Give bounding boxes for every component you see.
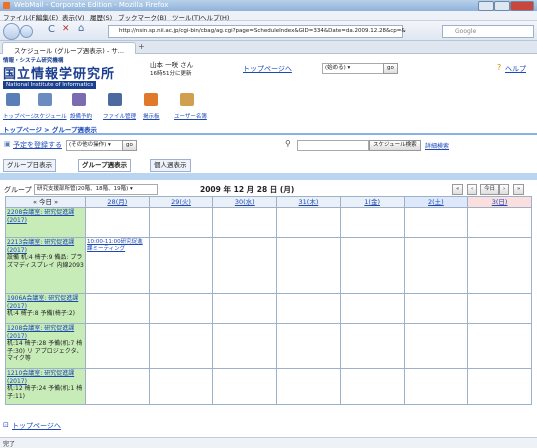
facility-detail: 机:4 椅子:8 予備(椅子:2) [7, 310, 76, 317]
day-header[interactable]: 31(木) [276, 196, 341, 208]
facility-row: 1906A会議室: 研究促進課(2017) 机:4 椅子:8 予備(椅子:2) [5, 293, 532, 324]
app-top[interactable]: トップページ [3, 112, 36, 120]
schedule-icon[interactable] [38, 93, 52, 106]
day-header[interactable]: 30(水) [212, 196, 278, 208]
facility-row: 2213会議室: 研究促進課(2017) 設備 机:4 椅子:9 備品: プラズマ… [5, 237, 532, 294]
window-title: WebMail - Corporate Edition - Mozilla Fi… [14, 1, 169, 9]
facility-cell: 2213会議室: 研究促進課(2017) 設備 机:4 椅子:9 備品: プラズマ… [5, 237, 86, 294]
org-title: 国立情報学研究所 [3, 67, 116, 82]
stop-icon[interactable]: ✕ [62, 24, 70, 34]
start-select[interactable]: (始める) ▾ [322, 63, 384, 74]
toolbar-go-button[interactable]: go [122, 140, 137, 151]
tab-active[interactable]: スケジュール (グループ週表示) - サ... [2, 42, 136, 55]
prev-week-button[interactable]: « [452, 184, 464, 195]
app-schedule[interactable]: スケジュール [34, 112, 67, 120]
next-day-button[interactable]: › [499, 184, 510, 195]
top-page-icon[interactable] [6, 93, 20, 106]
week-calendar: « 今日 » 28(月) 29(火) 30(水) 31(木) 1(金) 2(土)… [5, 196, 532, 405]
cal-today-button[interactable]: 今日 [39, 198, 52, 206]
reload-icon[interactable]: C [48, 24, 55, 35]
other-ops-select[interactable]: (その他の操作) ▾ [66, 140, 124, 151]
help-icon: ? [497, 63, 502, 72]
user-update-time: 16時51分に更新 [150, 71, 192, 77]
facility-detail: 設備 机:4 椅子:9 備品: プラズマディスプレイ 内線2093 [7, 254, 84, 269]
facility-row: 1208会議室: 研究促進課(2017) 机:14 椅子:28 予備(机:7 椅子… [5, 323, 532, 369]
header-divider [0, 133, 537, 135]
bulletin-icon[interactable] [144, 93, 158, 106]
facility-cell: 1906A会議室: 研究促進課(2017) 机:4 椅子:8 予備(椅子:2) [5, 293, 86, 324]
facility-detail: 机:14 椅子:28 予備(机:7 椅子:30) リ アプロジェクタ、マイク等 [7, 340, 83, 362]
tab-group-week[interactable]: グループ週表示 [78, 159, 132, 172]
tab-bar: スケジュール (グループ週表示) - サ... + [0, 41, 537, 55]
search-box[interactable]: Google [442, 25, 534, 38]
window-titlebar: WebMail - Corporate Edition - Mozilla Fi… [0, 0, 537, 11]
facility-cell: 1208会議室: 研究促進課(2017) 机:14 椅子:28 予備(机:7 椅子… [5, 323, 86, 369]
today-button[interactable]: 今日 [480, 184, 500, 195]
app-files[interactable]: ファイル管理 [103, 112, 136, 120]
status-bar: 完了 [0, 437, 537, 448]
tab-personal-week[interactable]: 個人週表示 [150, 159, 191, 172]
group-label: グループ [4, 186, 32, 194]
minimize-button[interactable] [478, 1, 494, 11]
facility-cell: 1210会議室: 研究促進課(2017) 机:12 椅子:24 予備(机:1 椅子… [5, 368, 86, 405]
file-icon[interactable] [108, 93, 122, 106]
detail-search-link[interactable]: 詳細検索 [425, 141, 449, 150]
search-icon: ⚲ [285, 139, 291, 148]
next-week-button[interactable]: » [513, 184, 525, 195]
close-window-button[interactable] [510, 1, 534, 11]
tab-group-day[interactable]: グループ日表示 [3, 159, 57, 172]
maximize-button[interactable] [494, 1, 510, 11]
arrow-icon: ⊡ [3, 421, 9, 429]
menu-bar: ファイル(F) 編集(E) 表示(V) 履歴(S) ブックマーク(B) ツール(… [0, 11, 537, 22]
search-placeholder: Google [455, 28, 477, 35]
firefox-icon [3, 2, 10, 9]
facility-row: 2208会議室: 研究促進課(2017) [5, 207, 532, 238]
user-name: 山本 一咲 さん [150, 61, 194, 69]
header-go-button[interactable]: go [383, 63, 398, 74]
schedule-search-input[interactable] [297, 140, 369, 151]
facility-row: 1210会議室: 研究促進課(2017) 机:12 椅子:24 予備(机:1 椅子… [5, 368, 532, 405]
schedule-event[interactable]: 10:00-11:00研究促進課ミーティング [86, 238, 149, 254]
day-header[interactable]: 28(月) [85, 196, 150, 208]
facility-detail: 机:12 椅子:24 予備(机:1 椅子:11) [7, 385, 83, 400]
register-schedule-link[interactable]: 予定を登録する [13, 140, 62, 150]
day-header[interactable]: 29(火) [148, 196, 214, 208]
new-tab-icon[interactable]: + [138, 42, 145, 51]
forward-button[interactable] [20, 25, 33, 38]
calendar-nav-cell: « 今日 » [5, 196, 86, 208]
app-facility[interactable]: 設備予約 [70, 112, 92, 120]
org-english-name: National Institute of Informatics [3, 81, 97, 89]
tab-title: スケジュール (グループ週表示) - サ... [14, 47, 124, 55]
day-header-sunday[interactable]: 3(日) [467, 196, 532, 208]
view-strip [0, 173, 537, 180]
navigation-toolbar: C ✕ ⌂ http://nsin.sp.nii.ac.jp/cgi-bin/c… [0, 21, 537, 41]
calendar-header-row: « 今日 » 28(月) 29(火) 30(水) 31(木) 1(金) 2(土)… [5, 196, 532, 208]
facility-cell: 2208会議室: 研究促進課(2017) [5, 207, 86, 238]
group-select[interactable]: 研究支援部所管(20階、18階、19階) ▾ [34, 184, 158, 195]
facility-link[interactable]: 1208会議室: 研究促進課(2017) [7, 325, 74, 340]
prev-day-button[interactable]: ‹ [467, 184, 478, 195]
app-bulletin[interactable]: 掲示板 [143, 112, 160, 120]
address-bar[interactable]: http://nsin.sp.nii.ac.jp/cgi-bin/cbag/ag… [108, 25, 406, 38]
facility-link[interactable]: 2208会議室: 研究促進課(2017) [7, 209, 74, 224]
cal-next-button[interactable]: » [54, 198, 58, 206]
footer-top-link[interactable]: トップページへ [12, 421, 61, 431]
app-directory[interactable]: ユーザー名簿 [174, 112, 207, 120]
directory-icon[interactable] [180, 93, 194, 106]
facility-link[interactable]: 2213会議室: 研究促進課(2017) [7, 239, 74, 254]
home-icon[interactable]: ⌂ [78, 23, 84, 34]
cal-prev-button[interactable]: « [33, 198, 37, 206]
day-header[interactable]: 1(金) [339, 196, 405, 208]
top-page-link[interactable]: トップページへ [243, 64, 292, 74]
day-header-saturday[interactable]: 2(土) [403, 196, 469, 208]
register-icon: ▣ [4, 140, 11, 148]
url-text: http://nsin.sp.nii.ac.jp/cgi-bin/cbag/ag… [119, 28, 406, 34]
facility-icon[interactable] [72, 93, 86, 106]
help-link[interactable]: ヘルプ [505, 64, 526, 74]
facility-link[interactable]: 1210会議室: 研究促進課(2017) [7, 370, 74, 385]
facility-link[interactable]: 1906A会議室: 研究促進課(2017) [7, 295, 78, 310]
date-title: 2009 年 12 月 28 日 (月) [200, 185, 295, 194]
back-button[interactable] [3, 23, 20, 40]
schedule-search-button[interactable]: スケジュール検索 [369, 140, 421, 151]
